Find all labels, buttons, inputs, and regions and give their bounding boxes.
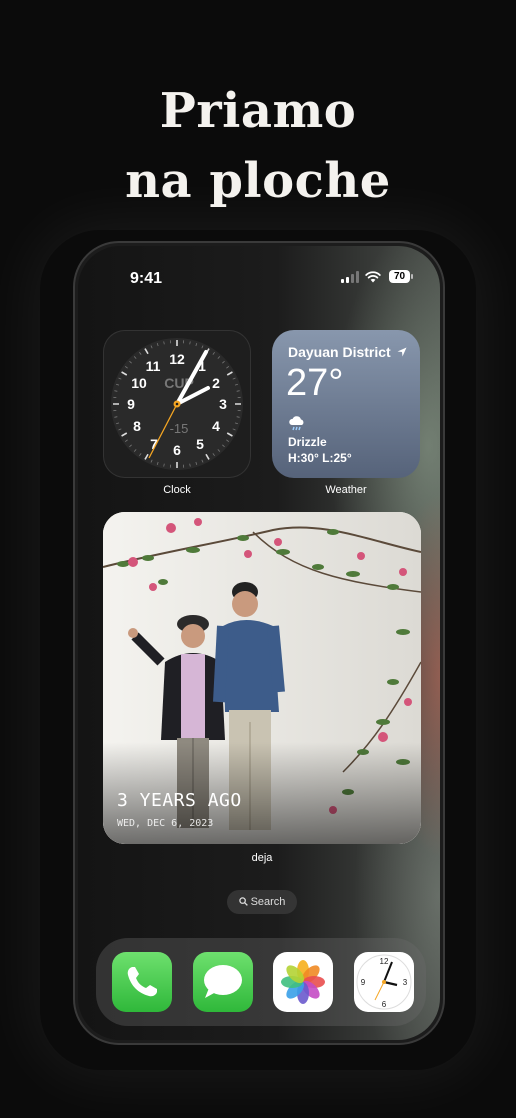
battery-icon: 70 [389, 270, 413, 283]
photo-memory-widget[interactable]: 3 YEARS AGO WED, DEC 6, 2023 [103, 512, 421, 844]
cellular-signal-icon [341, 271, 359, 283]
clock-number-11: 11 [146, 358, 161, 374]
headline-line-2: na ploche [125, 153, 391, 209]
memory-date: WED, DEC 6, 2023 [117, 818, 214, 829]
dock: 12 3 6 9 [96, 938, 426, 1026]
phone-frame: 9:41 70 12 1 2 3 4 5 6 7 8 9 10 11 CUP -… [73, 241, 445, 1045]
clock-number-8: 8 [133, 418, 141, 434]
dock-app-photos[interactable] [273, 952, 333, 1012]
search-label: Search [250, 896, 286, 908]
clock-widget-label: Clock [163, 484, 191, 496]
memory-title: 3 YEARS AGO [117, 790, 242, 811]
clock-number-10: 10 [131, 375, 147, 391]
headline-line-1: Priamo [159, 83, 357, 139]
clock-number-6: 6 [173, 442, 181, 458]
clock-app-icon: 12 3 6 9 [356, 954, 412, 1010]
status-bar: 9:41 70 [78, 246, 440, 306]
clock-offset: -15 [170, 421, 189, 436]
clock-number-9: 9 [127, 396, 135, 412]
clock-widget[interactable]: 12 1 2 3 4 5 6 7 8 9 10 11 CUP -15 [103, 330, 251, 478]
weather-high-low: H:30° L:25° [288, 451, 352, 465]
dock-app-clock[interactable]: 12 3 6 9 [354, 952, 414, 1012]
weather-condition: Drizzle [288, 435, 327, 449]
wifi-icon [365, 271, 381, 283]
svg-text:9: 9 [361, 978, 366, 987]
location-arrow-icon [397, 347, 407, 357]
messages-icon [204, 965, 242, 998]
weather-widget[interactable]: Dayuan District 27° Drizzle H:30° L:25° [272, 330, 420, 478]
status-time: 9:41 [130, 270, 163, 287]
home-search-button[interactable]: Search [227, 890, 297, 914]
clock-number-2: 2 [212, 375, 220, 391]
clock-number-3: 3 [219, 396, 227, 412]
photo-widget-label: deja [251, 852, 273, 864]
weather-widget-label: Weather [325, 484, 367, 496]
dock-app-messages[interactable] [193, 952, 253, 1012]
phone-icon [127, 967, 157, 997]
home-screen: 9:41 70 12 1 2 3 4 5 6 7 8 9 10 11 CUP -… [78, 246, 440, 1040]
memory-caption: 3 YEARS AGO WED, DEC 6, 2023 [117, 790, 242, 829]
clock-number-4: 4 [212, 418, 220, 434]
clock-number-5: 5 [196, 436, 204, 452]
clock-number-12: 12 [169, 351, 185, 367]
photos-icon [281, 960, 325, 1004]
search-icon [238, 897, 248, 906]
svg-text:3: 3 [403, 978, 408, 987]
cloud-drizzle-icon [289, 416, 304, 431]
headline: Priamo na ploche [0, 76, 516, 216]
svg-text:12: 12 [380, 957, 389, 966]
svg-text:6: 6 [382, 1000, 387, 1009]
weather-location: Dayuan District [288, 344, 407, 360]
weather-location-text: Dayuan District [288, 344, 391, 360]
dock-app-phone[interactable] [112, 952, 172, 1012]
weather-temperature: 27° [286, 362, 344, 404]
analog-clock-face: 12 1 2 3 4 5 6 7 8 9 10 11 CUP -15 [111, 338, 243, 470]
